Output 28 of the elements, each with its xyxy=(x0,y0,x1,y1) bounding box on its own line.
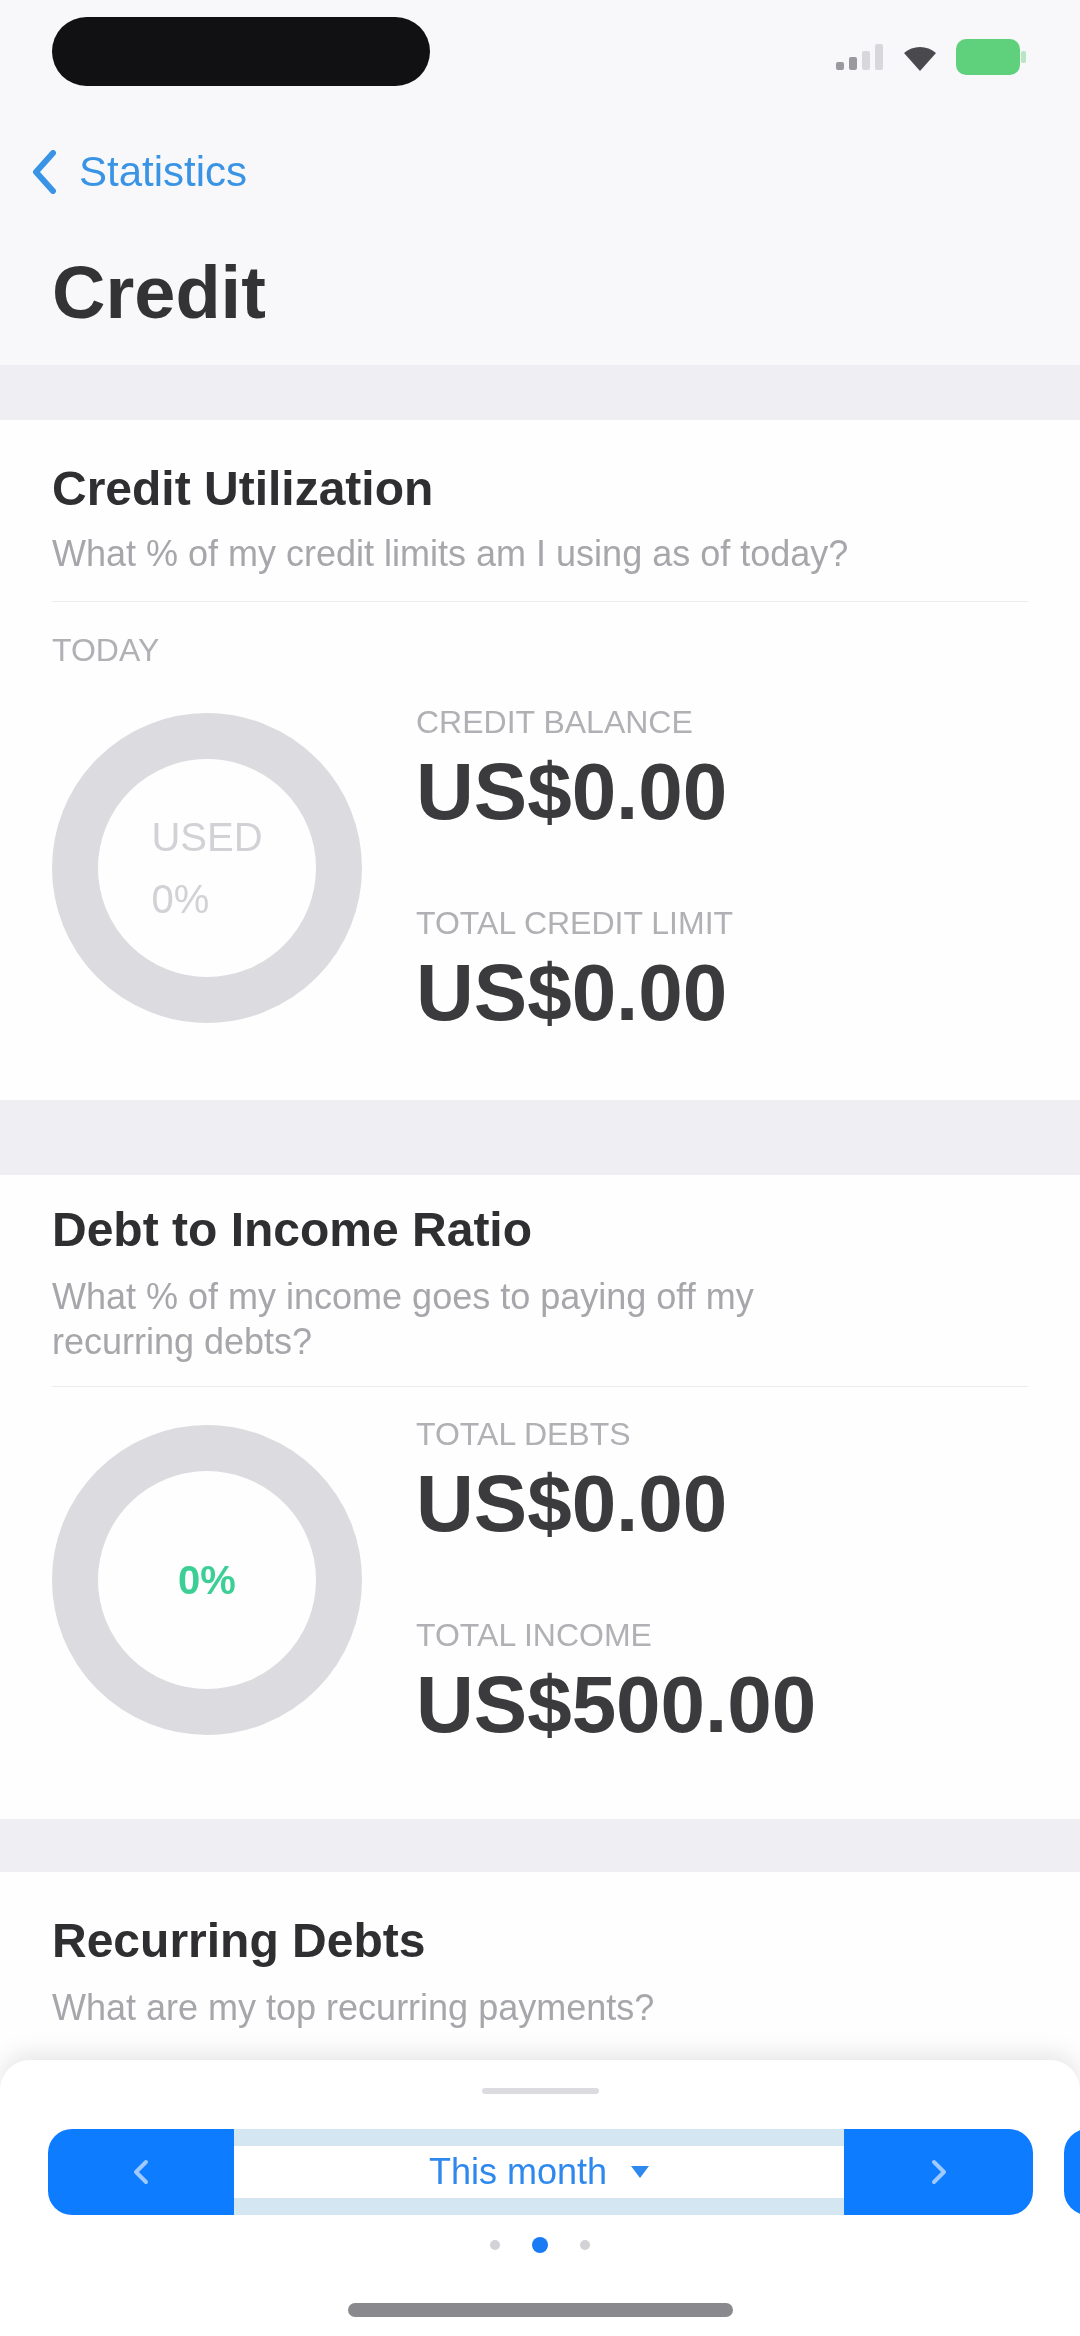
previous-period-button[interactable] xyxy=(48,2129,234,2215)
card-title: Recurring Debts xyxy=(52,1913,427,1969)
metric-label: TOTAL INCOME xyxy=(416,1616,652,1654)
metric-label: TOTAL CREDIT LIMIT xyxy=(416,904,734,942)
chevron-right-icon xyxy=(930,2159,947,2185)
metric-value: US$500.00 xyxy=(416,1660,817,1750)
metric-value: US$0.00 xyxy=(416,948,728,1038)
battery-icon xyxy=(956,39,1026,75)
donut-percent: 0% xyxy=(178,1557,236,1604)
metric-value: US$0.00 xyxy=(416,1459,728,1549)
next-period-button[interactable] xyxy=(844,2129,1033,2215)
caret-down-icon xyxy=(631,2166,650,2178)
card-title: Credit Utilization xyxy=(52,461,435,517)
card-title: Debt to Income Ratio xyxy=(52,1202,534,1258)
chevron-left-icon xyxy=(31,150,57,194)
signal-icon xyxy=(836,44,884,70)
card-subtitle: What % of my credit limits am I using as of today? xyxy=(52,532,850,576)
card-subtitle: What are my top recurring payments? xyxy=(52,1986,656,2030)
metric-label: TOTAL DEBTS xyxy=(416,1415,631,1453)
sheet-handle[interactable] xyxy=(481,2088,599,2094)
metric-label: CREDIT BALANCE xyxy=(416,703,693,741)
chevron-left-icon xyxy=(133,2159,149,2185)
card-subtitle: What % of my income goes to paying off my recurring debts? xyxy=(52,1275,755,1364)
back-button[interactable]: Statistics xyxy=(31,147,248,197)
page-title: Credit xyxy=(52,251,266,335)
metric-value: US$0.00 xyxy=(416,747,728,837)
period-dropdown[interactable]: This month xyxy=(234,2129,844,2215)
period-label: TODAY xyxy=(52,631,161,669)
